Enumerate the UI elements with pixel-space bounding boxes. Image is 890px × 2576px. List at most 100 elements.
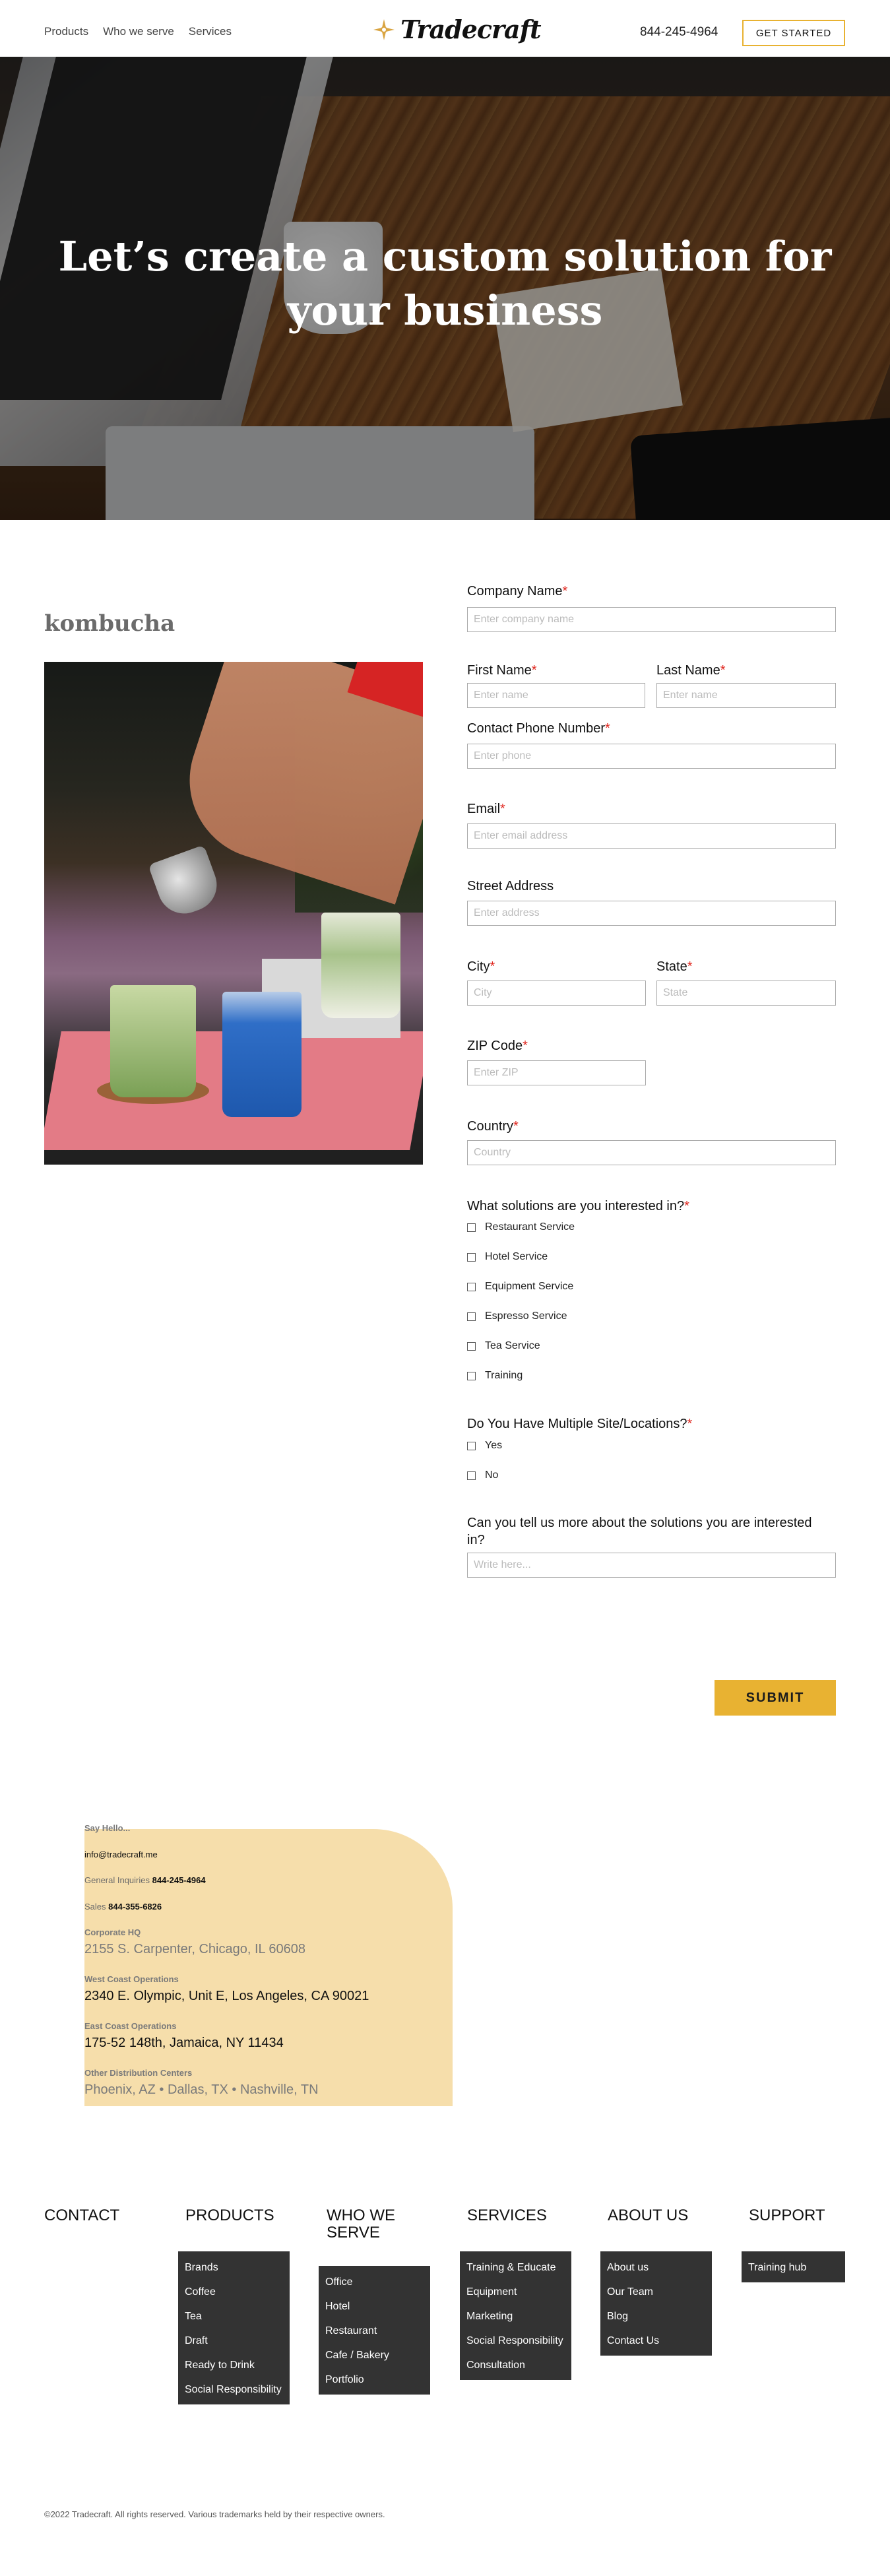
footer-services-item[interactable]: Marketing (466, 2304, 565, 2329)
photo-blue-drink (222, 992, 302, 1117)
footer-products-menu: Brands Coffee Tea Draft Ready to Drink S… (178, 2251, 290, 2404)
street-field[interactable]: Enter address (467, 901, 836, 926)
hero-banner: Let’s create a custom solution for your … (0, 57, 890, 520)
state-field[interactable]: State (656, 981, 836, 1006)
checkbox-box[interactable] (467, 1252, 476, 1262)
footer-services-item[interactable]: Consultation (466, 2353, 565, 2377)
footer-who-item[interactable]: Office (325, 2270, 424, 2294)
footer-products-item[interactable]: Tea (185, 2304, 283, 2329)
west-address: 2340 E. Olympic, Unit E, Los Angeles, CA… (84, 1989, 369, 2003)
photo-matcha-glass (110, 985, 196, 1097)
zip-field[interactable]: Enter ZIP (467, 1060, 646, 1085)
header-phone[interactable]: 844-245-4964 (640, 25, 718, 40)
hero-title-line-1: Let’s create a custom solution for (58, 232, 832, 280)
checkbox-equipment-service[interactable]: Equipment Service (467, 1281, 573, 1293)
first-name-label: First Name* (467, 663, 537, 678)
footer-about-item[interactable]: Blog (607, 2304, 705, 2329)
company-label: Company Name* (467, 584, 568, 598)
hero-title-line-2: your business (287, 286, 603, 335)
footer-about-item[interactable]: Our Team (607, 2280, 705, 2304)
email-field[interactable]: Enter email address (467, 823, 836, 849)
phone-label: Contact Phone Number* (467, 721, 610, 736)
checkbox-hotel-service[interactable]: Hotel Service (467, 1251, 548, 1263)
hq-address: 2155 S. Carpenter, Chicago, IL 60608 (84, 1942, 306, 1956)
footer-about-item[interactable]: Contact Us (607, 2329, 705, 2353)
footer-contact-title[interactable]: CONTACT (44, 2207, 119, 2224)
footer-about-title[interactable]: ABOUT US (608, 2207, 688, 2224)
footer-services-title[interactable]: SERVICES (467, 2207, 547, 2224)
compass-star-icon (373, 18, 395, 40)
main-nav: Products Who we serve Services (44, 25, 232, 38)
checkbox-box[interactable] (467, 1223, 476, 1232)
country-field[interactable]: Country (467, 1140, 836, 1165)
footer-who-item[interactable]: Portfolio (325, 2367, 424, 2392)
product-name: kombucha (44, 610, 175, 637)
footer-services-menu: Training & Educate Equipment Marketing S… (460, 2251, 571, 2380)
other-address: Phoenix, AZ • Dallas, TX • Nashville, TN (84, 2082, 319, 2097)
checkbox-box[interactable] (467, 1371, 476, 1380)
photo-latte-glass (321, 913, 400, 1018)
hero-title: Let’s create a custom solution for your … (0, 230, 890, 338)
general-inquiries: General Inquiries 844-245-4964 (84, 1875, 206, 1885)
more-info-textarea[interactable]: Write here... (467, 1553, 836, 1578)
footer-products-item[interactable]: Coffee (185, 2280, 283, 2304)
zip-label: ZIP Code* (467, 1039, 528, 1053)
footer-who-we-serve-title[interactable]: WHO WE SERVE (327, 2207, 395, 2241)
site-header: Products Who we serve Services Tradecraf… (0, 0, 890, 57)
checkbox-yes[interactable]: Yes (467, 1440, 502, 1452)
checkbox-box[interactable] (467, 1282, 476, 1291)
footer-products-item[interactable]: Draft (185, 2329, 283, 2353)
phone-field[interactable]: Enter phone (467, 744, 836, 769)
sales: Sales 844-355-6826 (84, 1902, 162, 1912)
checkbox-box[interactable] (467, 1471, 476, 1480)
city-label: City* (467, 959, 495, 974)
city-field[interactable]: City (467, 981, 646, 1006)
last-name-field[interactable]: Enter name (656, 683, 836, 708)
hq-label: Corporate HQ (84, 1927, 141, 1937)
footer-services-item[interactable]: Training & Educate (466, 2255, 565, 2280)
east-label: East Coast Operations (84, 2021, 177, 2031)
contact-card (84, 1829, 453, 2106)
company-field[interactable]: Enter company name (467, 607, 836, 632)
checkbox-no[interactable]: No (467, 1469, 498, 1481)
footer-about-menu: About us Our Team Blog Contact Us (600, 2251, 712, 2356)
nav-services[interactable]: Services (189, 25, 232, 38)
footer-support-item[interactable]: Training hub (748, 2255, 839, 2280)
sales-phone[interactable]: 844-355-6826 (108, 1902, 162, 1912)
footer-who-item[interactable]: Hotel (325, 2294, 424, 2319)
logo[interactable]: Tradecraft (373, 15, 542, 44)
checkbox-box[interactable] (467, 1441, 476, 1450)
get-started-button[interactable]: GET STARTED (742, 20, 845, 46)
checkbox-tea-service[interactable]: Tea Service (467, 1340, 540, 1352)
first-name-field[interactable]: Enter name (467, 683, 645, 708)
footer-products-item[interactable]: Ready to Drink (185, 2353, 283, 2377)
general-phone[interactable]: 844-245-4964 (152, 1875, 206, 1885)
footer-who-item[interactable]: Cafe / Bakery (325, 2343, 424, 2367)
footer-services-item[interactable]: Equipment (466, 2280, 565, 2304)
footer-about-item[interactable]: About us (607, 2255, 705, 2280)
checkbox-box[interactable] (467, 1341, 476, 1351)
more-info-label: Can you tell us more about the solutions… (467, 1516, 812, 1547)
checkbox-espresso-service[interactable]: Espresso Service (467, 1310, 567, 1322)
footer-products-title[interactable]: PRODUCTS (185, 2207, 274, 2224)
photo-milk-pitcher (148, 845, 224, 921)
logo-text: Tradecraft (400, 15, 542, 44)
other-label: Other Distribution Centers (84, 2068, 193, 2078)
say-hello: Say Hello... (84, 1823, 131, 1833)
footer-services-item[interactable]: Social Responsibility (466, 2329, 565, 2353)
nav-products[interactable]: Products (44, 25, 88, 38)
footer-products-item[interactable]: Brands (185, 2255, 283, 2280)
footer-who-item[interactable]: Restaurant (325, 2319, 424, 2343)
email-label: Email* (467, 802, 505, 816)
footer-support-title[interactable]: SUPPORT (749, 2207, 825, 2224)
east-address: 175-52 148th, Jamaica, NY 11434 (84, 2036, 284, 2050)
checkbox-restaurant-service[interactable]: Restaurant Service (467, 1221, 575, 1233)
footer-products-item[interactable]: Social Responsibility (185, 2377, 283, 2402)
multiple-sites-label: Do You Have Multiple Site/Locations?* (467, 1417, 693, 1431)
submit-button[interactable]: SUBMIT (715, 1680, 836, 1716)
contact-email[interactable]: info@tradecraft.me (84, 1850, 158, 1859)
nav-who-we-serve[interactable]: Who we serve (103, 25, 174, 38)
product-photo (44, 662, 423, 1165)
checkbox-box[interactable] (467, 1312, 476, 1321)
checkbox-training[interactable]: Training (467, 1370, 523, 1382)
